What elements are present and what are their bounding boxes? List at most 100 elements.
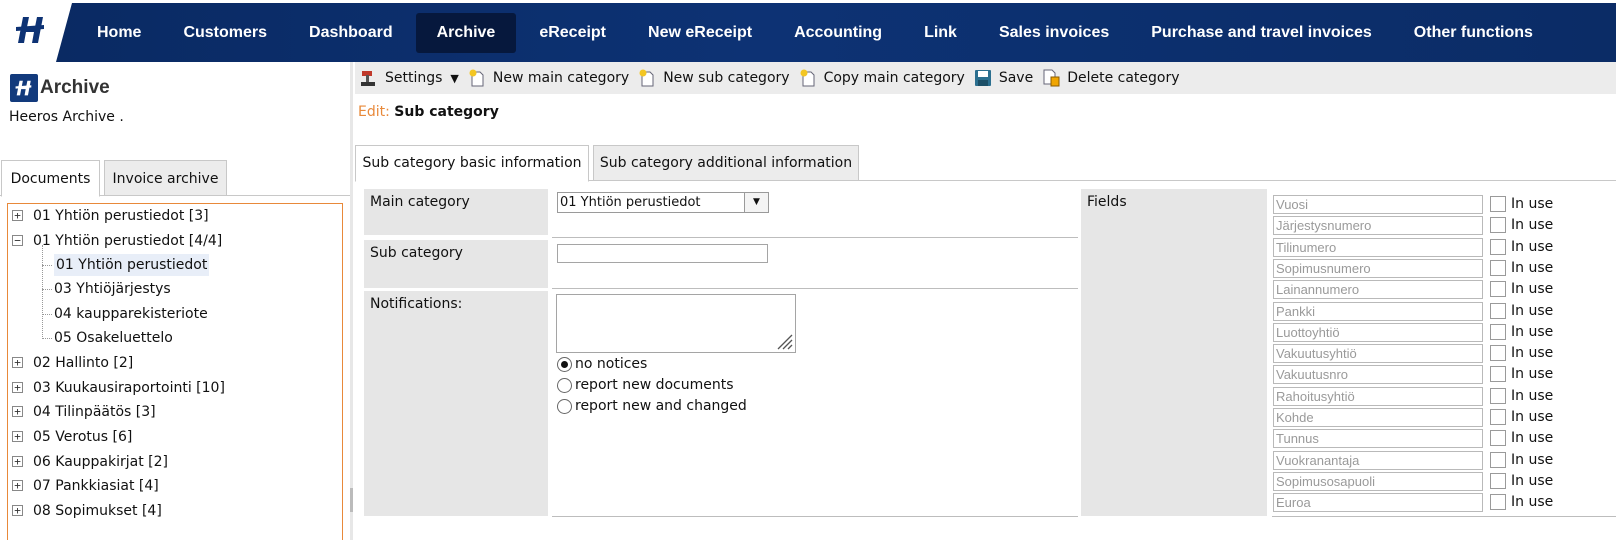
- nav-item-archive[interactable]: Archive: [415, 12, 517, 53]
- notification-radio-option[interactable]: report new and changed: [557, 396, 747, 416]
- new-main-category-label: New main category: [492, 70, 630, 86]
- expand-icon[interactable]: +: [12, 406, 23, 417]
- new-sub-category-button[interactable]: New sub category: [637, 64, 797, 92]
- in-use-checkbox[interactable]: [1490, 366, 1506, 382]
- tab-documents[interactable]: Documents: [1, 160, 100, 197]
- field-name-input[interactable]: Vuosi: [1273, 195, 1483, 214]
- nav-item-dashboard[interactable]: Dashboard: [288, 13, 414, 53]
- field-name-input[interactable]: Euroa: [1273, 493, 1483, 512]
- expand-icon[interactable]: +: [12, 456, 23, 467]
- save-button[interactable]: Save: [973, 64, 1041, 92]
- tab-invoice-archive[interactable]: Invoice archive: [104, 160, 227, 196]
- in-use-label: In use: [1511, 366, 1554, 382]
- expand-icon[interactable]: +: [12, 480, 23, 491]
- copy-main-category-button[interactable]: Copy main category: [798, 64, 973, 92]
- nav-item-home[interactable]: Home: [76, 13, 162, 53]
- nav-item-link[interactable]: Link: [903, 13, 978, 53]
- in-use-checkbox[interactable]: [1490, 239, 1506, 255]
- in-use-checkbox[interactable]: [1490, 345, 1506, 361]
- in-use-label: In use: [1511, 303, 1554, 319]
- field-name-input[interactable]: Luottoyhtiö: [1273, 323, 1483, 342]
- new-document-icon: [637, 68, 657, 88]
- in-use-checkbox[interactable]: [1490, 281, 1506, 297]
- tree-item-label: 03 Kuukausiraportointi [10]: [33, 380, 225, 396]
- new-main-category-button[interactable]: New main category: [467, 64, 637, 92]
- field-name-input[interactable]: Sopimusosapuoli: [1273, 472, 1483, 491]
- in-use-checkbox[interactable]: [1490, 494, 1506, 510]
- nav-item-ereceipt[interactable]: eReceipt: [518, 13, 627, 53]
- archive-logo-icon: [10, 74, 38, 102]
- nav-item-other-functions[interactable]: Other functions: [1393, 13, 1554, 53]
- field-name-input[interactable]: Sopimusnumero: [1273, 259, 1483, 278]
- collapse-icon[interactable]: −: [12, 235, 23, 246]
- field-name-input[interactable]: Pankki: [1273, 302, 1483, 321]
- radio-label: no notices: [575, 356, 648, 372]
- tree-connector: [42, 338, 52, 339]
- in-use-checkbox[interactable]: [1490, 473, 1506, 489]
- sub-category-input[interactable]: [557, 244, 768, 263]
- expand-icon[interactable]: +: [12, 382, 23, 393]
- field-name-input[interactable]: Rahoitusyhtiö: [1273, 387, 1483, 406]
- tree-item-label: 01 Yhtiön perustiedot [3]: [33, 208, 209, 224]
- row-divider: [552, 516, 1078, 517]
- archive-header: Archive: [10, 74, 110, 102]
- notification-radio-option[interactable]: no notices: [557, 354, 647, 374]
- radio-button[interactable]: [557, 356, 572, 372]
- expand-icon[interactable]: +: [12, 357, 23, 368]
- tree-item-label: 06 Kauppakirjat [2]: [33, 454, 168, 470]
- tree-item-label: 04 kaupparekisteriote: [54, 306, 208, 322]
- in-use-checkbox[interactable]: [1490, 324, 1506, 340]
- nav-item-new-ereceipt[interactable]: New eReceipt: [627, 13, 773, 53]
- resize-grip-icon[interactable]: [773, 330, 793, 350]
- expand-icon[interactable]: +: [12, 210, 23, 221]
- in-use-label: In use: [1511, 473, 1554, 489]
- field-name-input[interactable]: Kohde: [1273, 408, 1483, 427]
- field-name-input[interactable]: Lainannumero: [1273, 280, 1483, 299]
- field-name-input[interactable]: Vakuutusnro: [1273, 365, 1483, 384]
- archive-title: Archive: [40, 77, 110, 98]
- nav-item-purchase-and-travel-invoices[interactable]: Purchase and travel invoices: [1130, 13, 1393, 53]
- expand-icon[interactable]: +: [12, 431, 23, 442]
- tree-connector: [42, 265, 52, 266]
- nav-item-sales-invoices[interactable]: Sales invoices: [978, 13, 1130, 53]
- in-use-label: In use: [1511, 239, 1554, 255]
- in-use-label: In use: [1511, 430, 1554, 446]
- settings-button[interactable]: Settings ▼: [359, 64, 467, 92]
- sidebar-scrollbar[interactable]: [350, 62, 353, 540]
- main-category-select[interactable]: 01 Yhtiön perustiedot ▼: [557, 192, 769, 213]
- tree-item-label: 04 Tilinpäätös [3]: [33, 404, 156, 420]
- in-use-checkbox[interactable]: [1490, 196, 1506, 212]
- expand-icon[interactable]: +: [12, 505, 23, 516]
- notification-radio-option[interactable]: report new documents: [557, 375, 734, 395]
- in-use-checkbox[interactable]: [1490, 430, 1506, 446]
- notifications-textarea[interactable]: [556, 294, 796, 353]
- nav-item-accounting[interactable]: Accounting: [773, 13, 903, 53]
- new-sub-category-label: New sub category: [663, 70, 790, 86]
- field-name-input[interactable]: Järjestysnumero: [1273, 216, 1483, 235]
- field-name-input[interactable]: Vakuutusyhtiö: [1273, 344, 1483, 363]
- tree-item-label: 08 Sopimukset [4]: [33, 503, 162, 519]
- in-use-checkbox[interactable]: [1490, 260, 1506, 276]
- radio-button[interactable]: [557, 398, 572, 414]
- in-use-checkbox[interactable]: [1490, 217, 1506, 233]
- in-use-checkbox[interactable]: [1490, 409, 1506, 425]
- in-use-checkbox[interactable]: [1490, 388, 1506, 404]
- sidebar-scrollbar-thumb[interactable]: [350, 488, 353, 512]
- in-use-checkbox[interactable]: [1490, 303, 1506, 319]
- in-use-checkbox[interactable]: [1490, 452, 1506, 468]
- delete-category-button[interactable]: Delete category: [1041, 64, 1187, 92]
- field-name-input[interactable]: Tilinumero: [1273, 238, 1483, 257]
- tree-item-label: 05 Osakeluettelo: [54, 330, 173, 346]
- edit-title: Sub category: [394, 104, 499, 120]
- tree-connector: [42, 314, 52, 315]
- tab-additional-information[interactable]: Sub category additional information: [593, 145, 859, 181]
- tab-basic-information[interactable]: Sub category basic information: [355, 145, 589, 182]
- settings-label: Settings: [385, 70, 443, 86]
- field-name-input[interactable]: Tunnus: [1273, 429, 1483, 448]
- radio-button[interactable]: [557, 377, 572, 393]
- delete-document-icon: [1041, 68, 1061, 88]
- category-tree: +01 Yhtiön perustiedot [3] −01 Yhtiön per…: [7, 203, 343, 540]
- floppy-disk-icon: [973, 68, 993, 88]
- field-name-input[interactable]: Vuokranantaja: [1273, 451, 1483, 470]
- nav-item-customers[interactable]: Customers: [162, 13, 288, 53]
